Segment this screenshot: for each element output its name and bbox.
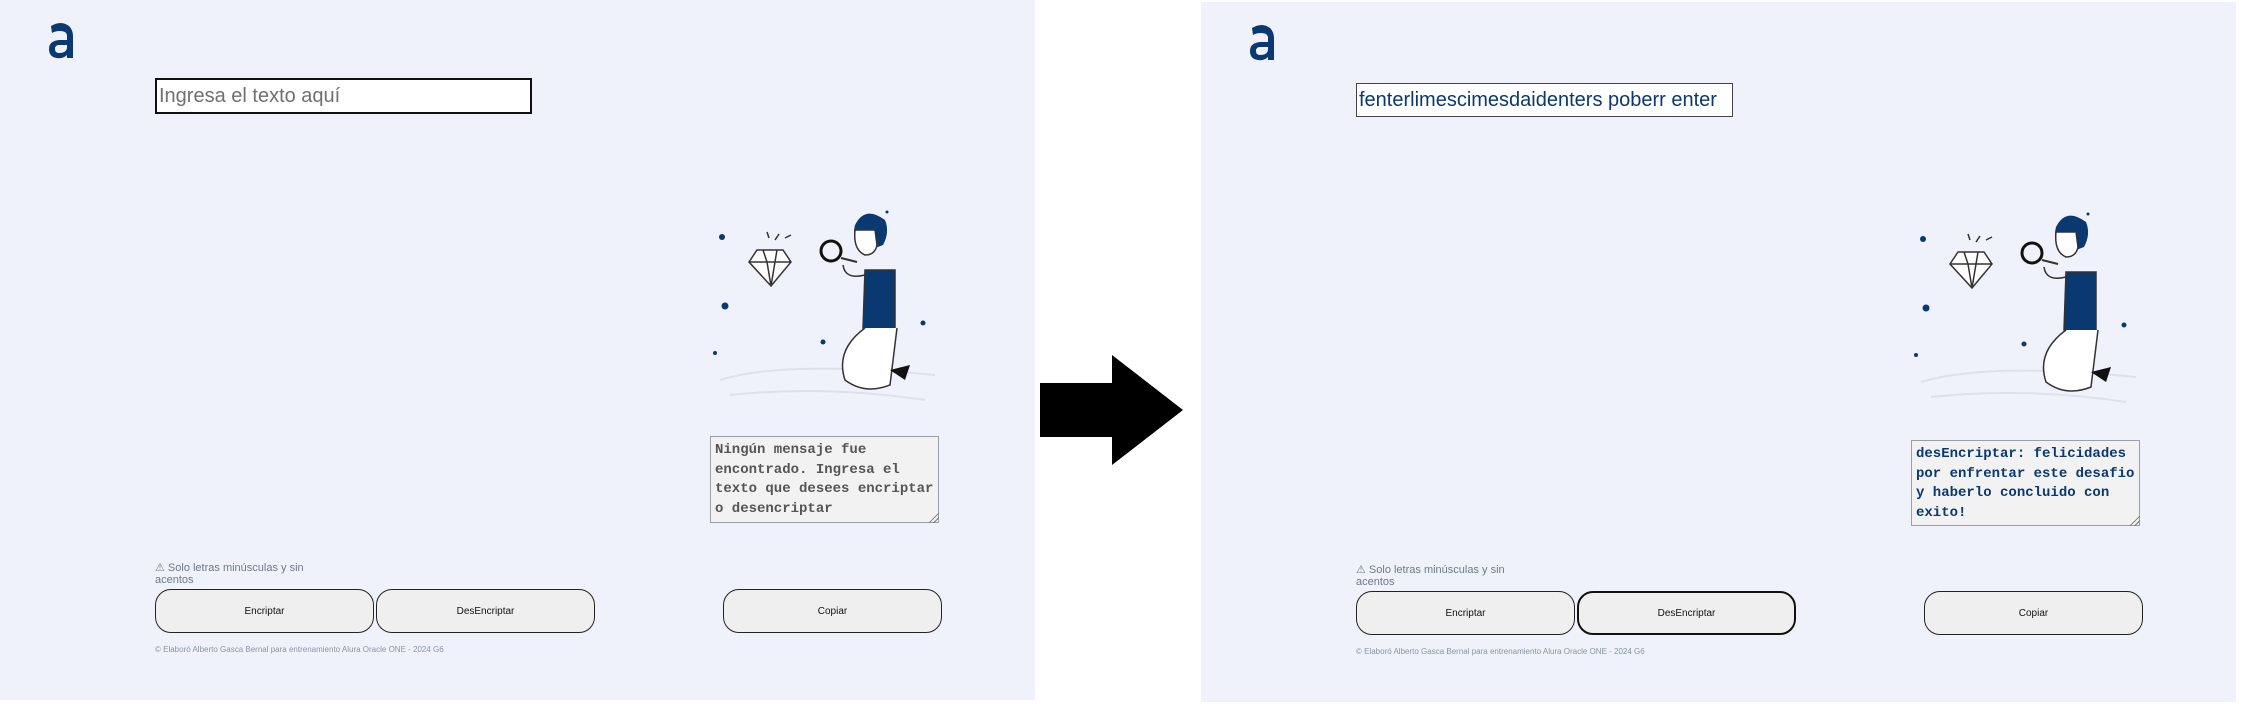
input-warning: ⚠ Solo letras minúsculas y sin acentos: [155, 562, 304, 586]
footer-credit: © Elaboró Alberto Gasca Bernal para entr…: [1356, 647, 1645, 656]
encrypt-button[interactable]: Encriptar: [1356, 591, 1575, 635]
person-with-magnifier-illustration: [1914, 212, 2137, 403]
right-arrow-icon: [1040, 355, 1183, 465]
app-panel-before: Ningún mensaje fue encontrado. Ingresa e…: [0, 0, 1035, 700]
input-warning: ⚠ Solo letras minúsculas y sin acentos: [1356, 564, 1505, 588]
comparison-stage: Ningún mensaje fue encontrado. Ingresa e…: [0, 0, 2253, 704]
alura-logo-icon: [1250, 25, 1274, 61]
output-textarea[interactable]: desEncriptar: felicidades por enfrentar …: [1911, 440, 2140, 526]
copy-button[interactable]: Copiar: [1924, 591, 2143, 635]
footer-credit: © Elaboró Alberto Gasca Bernal para entr…: [155, 645, 444, 654]
text-input[interactable]: [155, 78, 532, 114]
resize-grip-icon[interactable]: [2130, 516, 2140, 526]
resize-grip-icon[interactable]: [929, 513, 939, 523]
person-with-magnifier-illustration: [713, 210, 936, 401]
alura-logo-icon: [49, 23, 73, 59]
decrypt-button[interactable]: DesEncriptar: [376, 589, 595, 633]
app-panel-after: desEncriptar: felicidades por enfrentar …: [1201, 2, 2236, 702]
copy-button[interactable]: Copiar: [723, 589, 942, 633]
decrypt-button[interactable]: DesEncriptar: [1577, 591, 1796, 635]
output-textarea[interactable]: Ningún mensaje fue encontrado. Ingresa e…: [710, 436, 939, 523]
text-input[interactable]: [1356, 83, 1733, 117]
encrypt-button[interactable]: Encriptar: [155, 589, 374, 633]
